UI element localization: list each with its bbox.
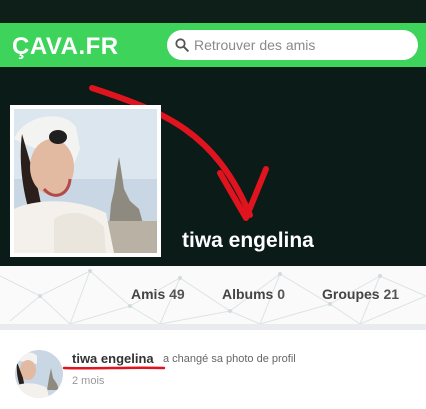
activity-post: tiwa engelina a changé sa photo de profi… bbox=[0, 330, 426, 409]
stat-albums-label: Albums bbox=[222, 286, 274, 302]
post-author-link[interactable]: tiwa engelina bbox=[72, 351, 154, 366]
stat-groups-count: 21 bbox=[383, 286, 400, 302]
top-strip bbox=[0, 0, 426, 23]
profile-photo bbox=[14, 109, 157, 253]
stat-friends-label: Amis bbox=[131, 286, 166, 302]
stat-friends[interactable]: Amis 49 bbox=[131, 286, 185, 302]
annotation-underline bbox=[62, 366, 166, 370]
stat-groups-label: Groupes bbox=[322, 286, 380, 302]
post-action-text: a changé sa photo de profil bbox=[163, 353, 296, 365]
profile-name: tiwa engelina bbox=[182, 229, 314, 252]
site-logo[interactable]: ÇAVA.FR bbox=[12, 33, 119, 61]
site-header: ÇAVA.FR bbox=[0, 23, 426, 67]
search-input[interactable] bbox=[194, 30, 412, 60]
search-icon bbox=[175, 38, 189, 52]
profile-stats-bar: Amis 49 Albums 0 Groupes 21 bbox=[0, 266, 426, 324]
stat-friends-count: 49 bbox=[169, 286, 185, 302]
post-timestamp[interactable]: 2 mois bbox=[72, 375, 104, 387]
search-box[interactable] bbox=[167, 30, 418, 60]
stat-groups[interactable]: Groupes 21 bbox=[322, 286, 399, 302]
stat-albums[interactable]: Albums 0 bbox=[222, 286, 285, 302]
stat-albums-count: 0 bbox=[277, 286, 286, 302]
post-avatar[interactable] bbox=[15, 350, 63, 398]
profile-avatar[interactable] bbox=[10, 105, 161, 257]
